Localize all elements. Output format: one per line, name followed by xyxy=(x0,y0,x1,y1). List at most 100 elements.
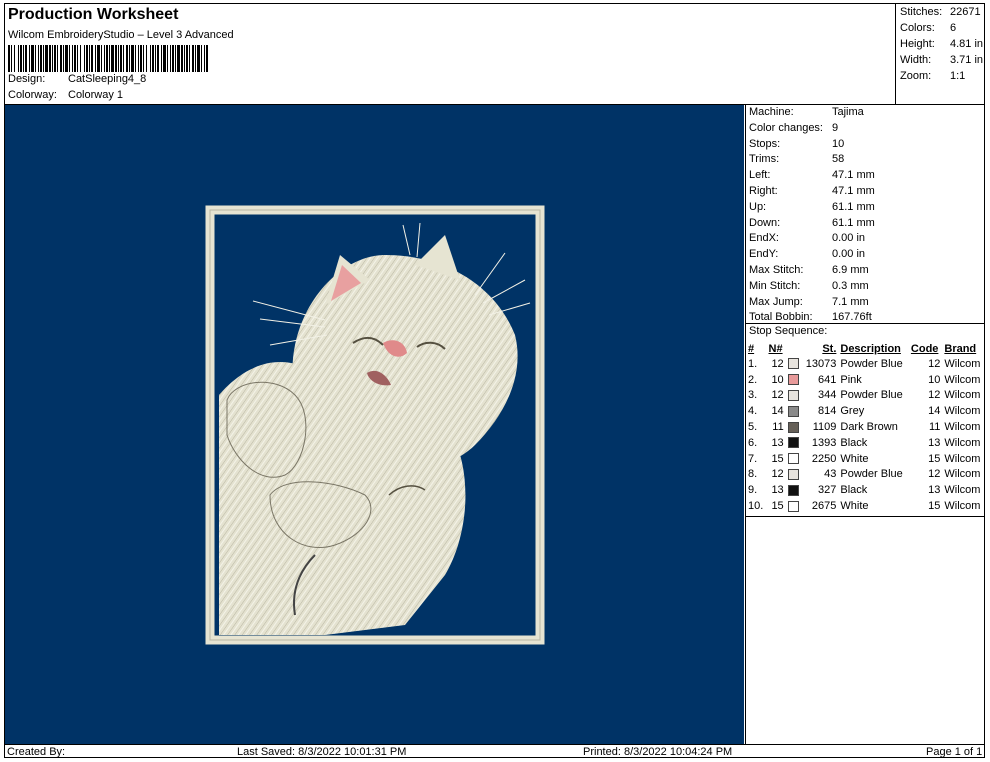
swatch-icon xyxy=(787,358,799,370)
stitch-count: 641 xyxy=(818,373,837,386)
swatch-icon xyxy=(787,405,799,417)
color-swatch xyxy=(786,435,802,451)
table-row: 8. 12 43 Powder Blue 12 Wilcom xyxy=(746,467,985,483)
thread-code: 10 xyxy=(928,373,941,386)
thread-code: 15 xyxy=(928,500,941,513)
stitch-count: 814 xyxy=(818,405,837,418)
color-swatch xyxy=(786,467,802,483)
swatch-icon xyxy=(787,437,799,449)
table-row: 4. 14 814 Grey 14 Wilcom xyxy=(746,403,985,419)
stitch-count: 1393 xyxy=(811,436,837,449)
colorway-row: Colorway: Colorway 1 xyxy=(8,89,123,101)
thread-brand: Wilcom xyxy=(944,468,981,481)
table-row: 10. 15 2675 White 15 Wilcom xyxy=(746,498,985,514)
row-number: 7. xyxy=(748,452,758,465)
table-row: 2. 10 641 Pink 10 Wilcom xyxy=(746,372,985,388)
property-label: EndY: xyxy=(749,248,779,261)
row-number: 8. xyxy=(748,468,758,481)
colorway-name: Colorway 1 xyxy=(68,89,124,101)
property-row: Down: 61.1 mm xyxy=(749,217,875,229)
needle-number: 14 xyxy=(771,405,784,418)
thread-code: 12 xyxy=(928,468,941,481)
zoom-value: 1:1 xyxy=(950,70,966,82)
section-divider xyxy=(746,323,985,324)
zoom-label: Zoom: xyxy=(900,70,932,82)
stitch-count: 13073 xyxy=(805,357,837,370)
thread-brand: Wilcom xyxy=(944,500,981,513)
created-by: Created By: xyxy=(7,746,66,758)
thread-description: White xyxy=(840,452,869,465)
colorway-label: Colorway: xyxy=(8,89,57,101)
property-value: 47.1 mm xyxy=(832,185,875,197)
thread-code: 12 xyxy=(928,389,941,402)
stitch-count: 327 xyxy=(818,484,837,497)
property-value: Tajima xyxy=(832,106,864,118)
footer-divider xyxy=(4,744,985,745)
property-label: Down: xyxy=(749,216,781,229)
row-number: 6. xyxy=(748,436,758,449)
property-value: 6.9 mm xyxy=(832,264,869,276)
thread-description: Powder Blue xyxy=(840,468,903,481)
stitch-count: 2250 xyxy=(811,452,837,465)
width-row: Width: 3.71 in xyxy=(900,54,983,66)
property-row: Color changes: 9 xyxy=(749,122,838,134)
design-summary: Stitches: 22671 Colors: 6 Height: 4.81 in W… xyxy=(895,4,985,104)
row-number: 5. xyxy=(748,421,758,434)
thread-brand: Wilcom xyxy=(944,452,981,465)
row-number: 9. xyxy=(748,484,758,497)
needle-number: 10 xyxy=(771,373,784,386)
color-swatch xyxy=(786,451,802,467)
row-number: 1. xyxy=(748,357,758,370)
stop-sequence-table: # N# St. Description Code Brand 1. 12 1307… xyxy=(746,341,985,514)
property-value: 167.76ft xyxy=(832,311,872,324)
swatch-icon xyxy=(787,453,799,465)
property-label: Machine: xyxy=(749,106,794,118)
swatch-icon xyxy=(787,421,799,433)
property-row: Right: 47.1 mm xyxy=(749,185,875,197)
sleeping-cat-illustration xyxy=(219,222,531,635)
property-row: EndY: 0.00 in xyxy=(749,248,865,260)
property-value: 61.1 mm xyxy=(832,200,875,213)
table-row: 7. 15 2250 White 15 Wilcom xyxy=(746,451,985,467)
stop-sequence-title: Stop Sequence: xyxy=(749,325,828,337)
table-row: 6. 13 1393 Black 13 Wilcom xyxy=(746,435,985,451)
barcode-icon xyxy=(8,45,208,72)
col-code: Code xyxy=(910,342,939,355)
page-number: Page 1 of 1 xyxy=(926,746,983,758)
property-label: Min Stitch: xyxy=(749,279,801,292)
table-row: 5. 11 1109 Dark Brown 11 Wilcom xyxy=(746,419,985,435)
property-row: Total Bobbin: 167.76ft xyxy=(749,311,872,323)
property-row: EndX: 0.00 in xyxy=(749,232,865,244)
row-number: 4. xyxy=(748,405,758,418)
property-value: 0.00 in xyxy=(832,232,866,245)
width-label: Width: xyxy=(900,54,932,66)
stitches-value: 22671 xyxy=(950,6,981,18)
thread-code: 13 xyxy=(928,484,941,497)
thread-description: Powder Blue xyxy=(840,357,903,370)
table-row: 9. 13 327 Black 13 Wilcom xyxy=(746,482,985,498)
height-value: 4.81 in xyxy=(950,38,984,50)
thread-code: 15 xyxy=(928,452,941,465)
property-value: 9 xyxy=(832,121,839,134)
property-label: Stops: xyxy=(749,137,781,150)
property-row: Trims: 58 xyxy=(749,153,844,165)
color-swatch xyxy=(786,419,802,435)
height-row: Height: 4.81 in xyxy=(900,38,983,50)
design-name: CatSleeping4_8 xyxy=(68,73,147,85)
design-preview xyxy=(5,105,744,744)
col-brand: Brand xyxy=(944,342,977,355)
col-n: N# xyxy=(768,342,783,355)
needle-number: 11 xyxy=(772,421,784,434)
col-stitches: St. xyxy=(822,342,837,355)
last-saved: Last Saved: 8/3/2022 10:01:31 PM xyxy=(237,746,407,758)
stitch-count: 1109 xyxy=(812,421,837,434)
property-label: Total Bobbin: xyxy=(749,311,813,324)
software-name: Wilcom EmbroideryStudio – Level 3 Advanc… xyxy=(8,29,234,41)
table-row: 3. 12 344 Powder Blue 12 Wilcom xyxy=(746,388,985,404)
thread-code: 13 xyxy=(928,436,941,449)
thread-code: 11 xyxy=(928,421,941,434)
thread-brand: Wilcom xyxy=(944,436,981,449)
thread-brand: Wilcom xyxy=(944,357,981,370)
stitch-count: 2675 xyxy=(811,500,837,513)
properties-panel: Machine: Tajima Color changes: 9 Stops: 10 Tri… xyxy=(745,105,985,744)
